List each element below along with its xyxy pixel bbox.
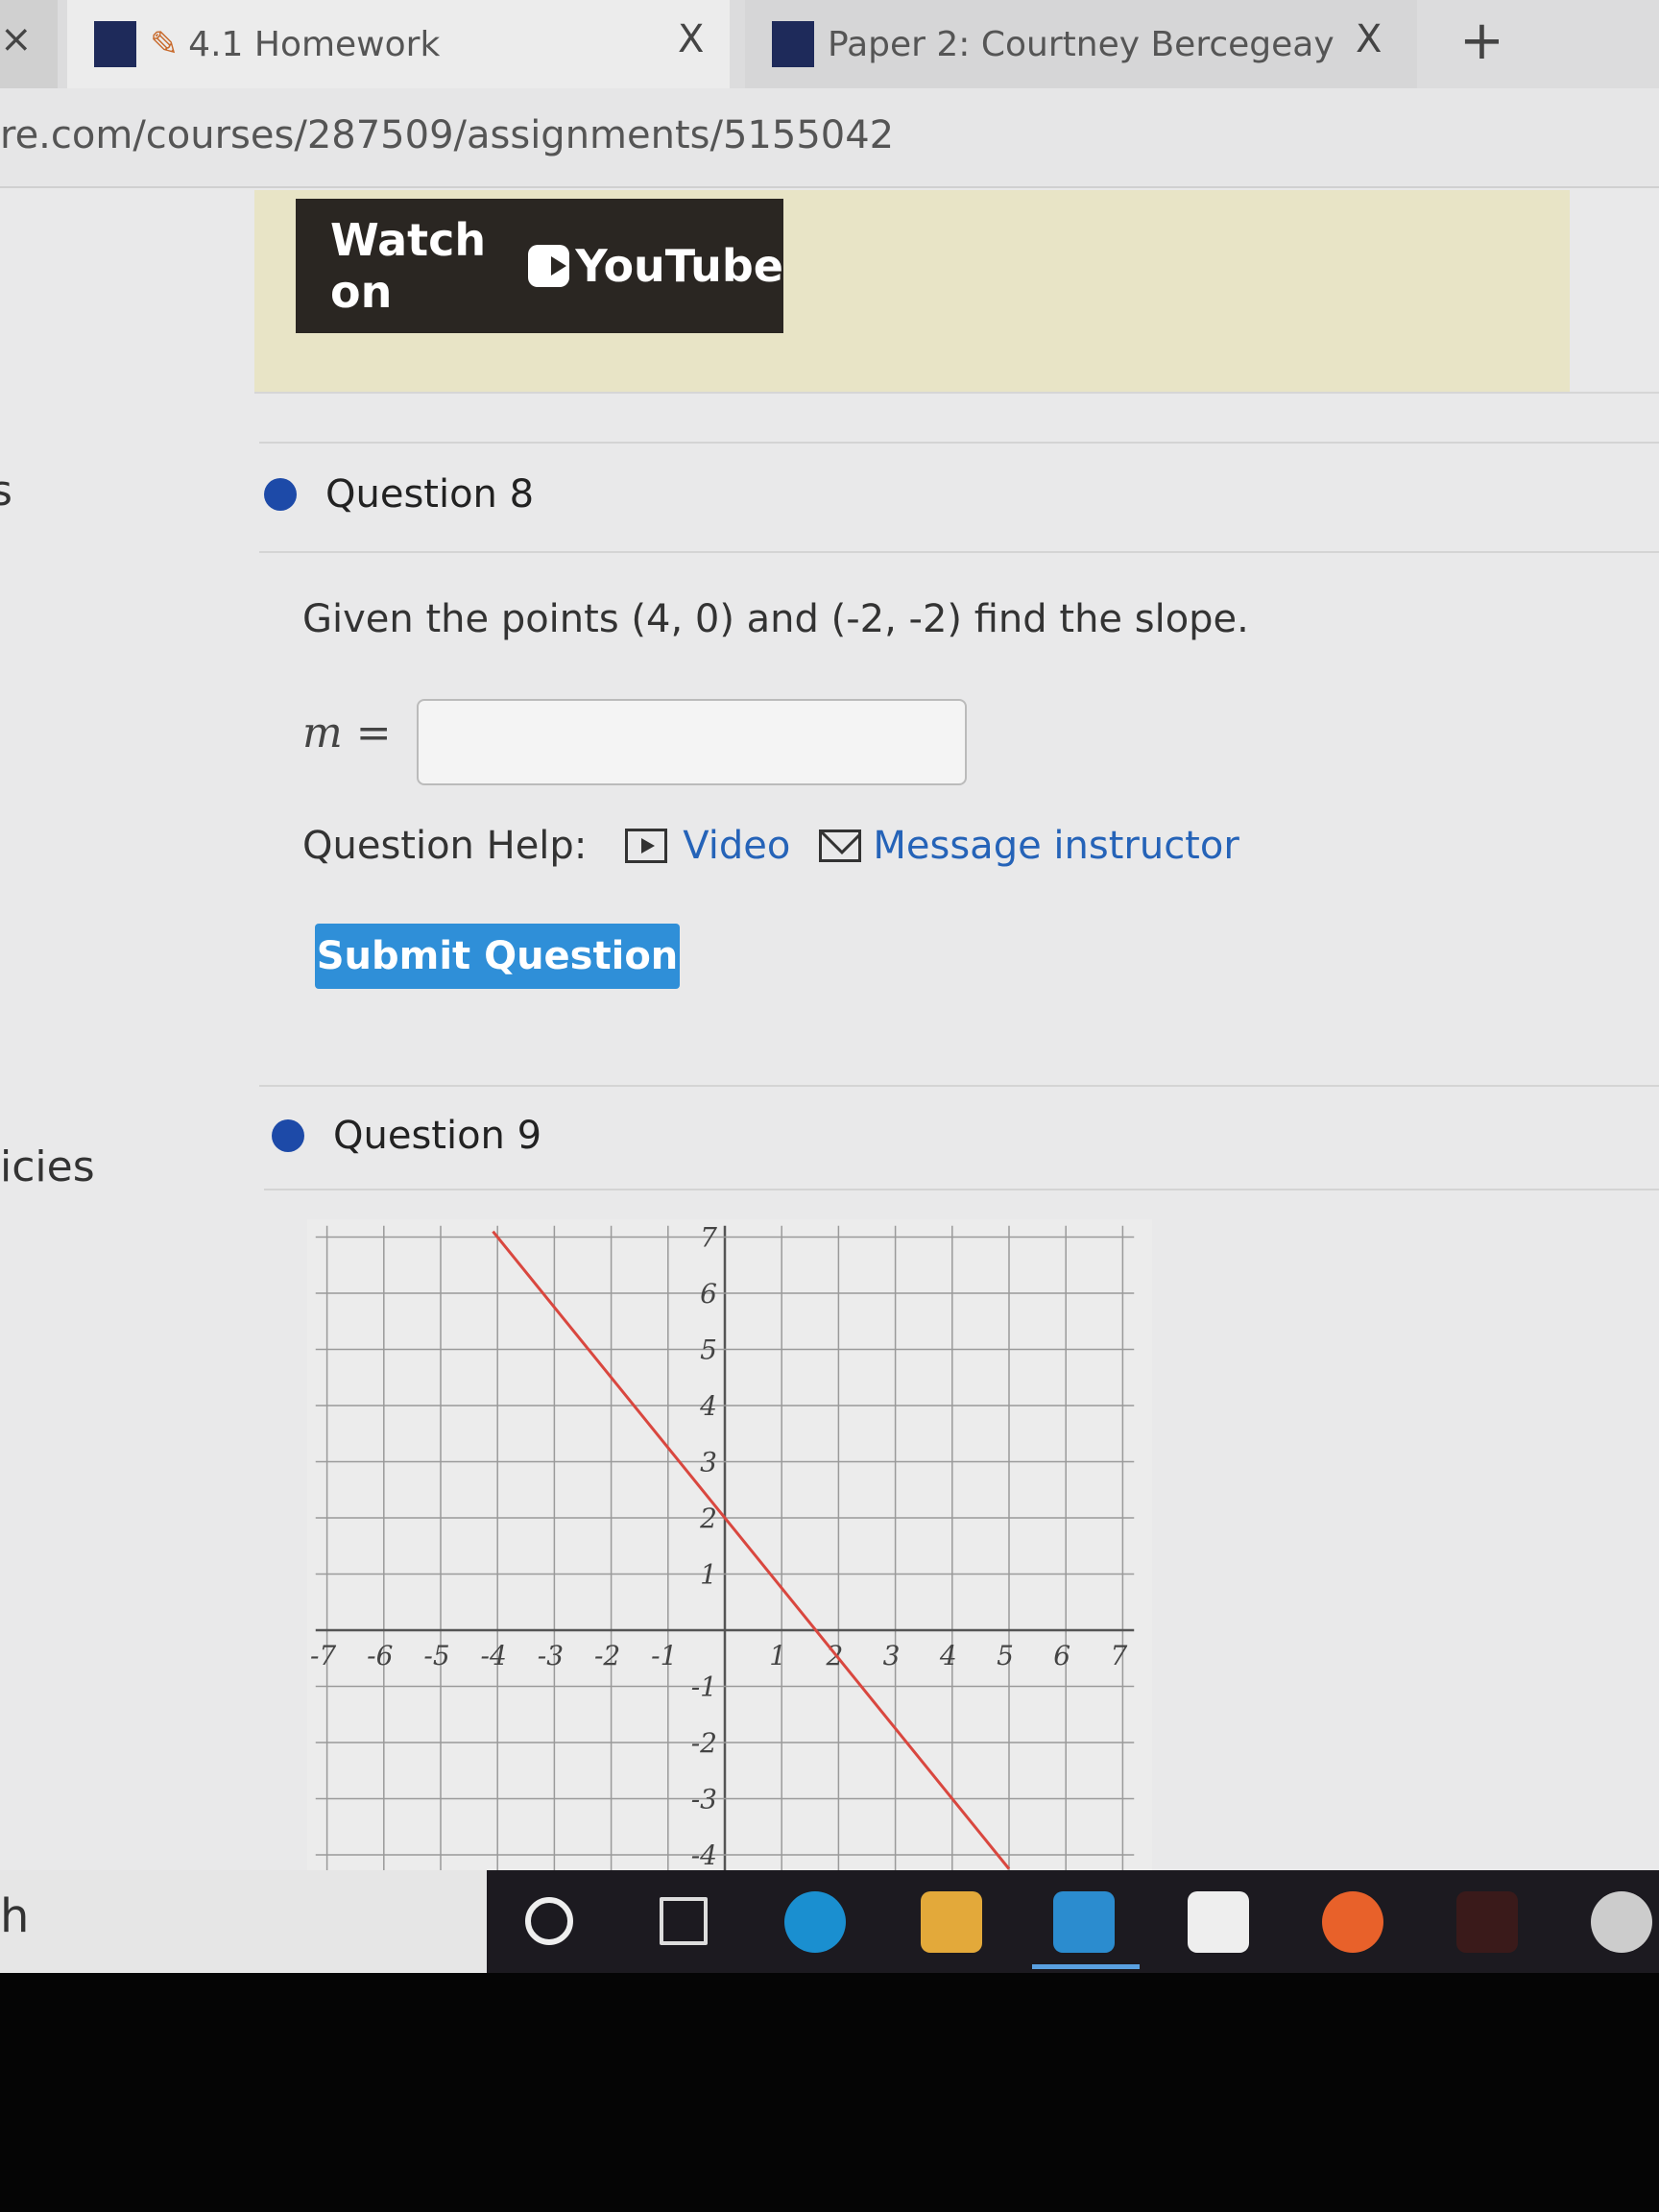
firefox-icon[interactable] [1322, 1891, 1383, 1953]
close-icon[interactable]: × [0, 17, 33, 61]
message-instructor-link[interactable]: Message instructor [819, 824, 1239, 868]
site-favicon-icon [94, 21, 136, 67]
question-prompt: Given the points (4, 0) and (-2, -2) fin… [302, 597, 1249, 641]
mail-icon [819, 830, 862, 862]
address-bar[interactable]: re.com/courses/287509/assignments/515504… [0, 88, 1659, 188]
x-tick-label: -7 [310, 1640, 336, 1671]
file-explorer-icon[interactable] [921, 1891, 982, 1953]
x-tick-label: -1 [651, 1640, 677, 1671]
slope-answer-input[interactable] [417, 699, 967, 785]
tab-label: Paper 2: Courtney Bercegeay [828, 24, 1334, 64]
x-tick-label: 4 [939, 1640, 957, 1671]
pencil-icon: ✎ [150, 24, 180, 64]
tab-bar: × ✎ 4.1 Homework X Paper 2: Courtney Ber… [0, 0, 1659, 88]
x-tick-label: 3 [883, 1640, 901, 1671]
cortana-icon[interactable] [525, 1897, 573, 1945]
tubi-icon[interactable] [1456, 1891, 1518, 1953]
question-title: Question 9 [333, 1114, 542, 1158]
browser-screen: × ✎ 4.1 Homework X Paper 2: Courtney Ber… [0, 0, 1659, 1973]
task-view-icon[interactable] [660, 1897, 708, 1945]
previous-tab[interactable]: × [0, 0, 58, 88]
taskbar [487, 1870, 1659, 1973]
coordinate-graph: -7-6-5-4-3-2-112345677654321-1-2-3-4 [307, 1219, 1152, 1872]
x-tick-label: 5 [997, 1640, 1014, 1671]
graph-background [307, 1219, 1152, 1872]
question-help: Question Help: Video Message instructor [302, 824, 1239, 868]
y-tick-label: 4 [699, 1390, 717, 1422]
card-divider [254, 392, 1659, 401]
tab-close-button[interactable]: X [1356, 17, 1382, 61]
video-link-label: Video [683, 824, 791, 868]
video-help-link[interactable]: Video [625, 824, 790, 868]
question-title: Question 8 [325, 472, 535, 517]
y-tick-label: -2 [691, 1727, 717, 1759]
active-app-indicator [1032, 1964, 1140, 1969]
message-link-label: Message instructor [873, 824, 1239, 868]
divider [259, 1085, 1659, 1087]
youtube-brand: YouTube [575, 240, 783, 292]
y-tick-label: 7 [700, 1222, 717, 1254]
sidebar-item[interactable]: icies [0, 1142, 95, 1191]
y-tick-label: 3 [700, 1447, 717, 1479]
tab-label: 4.1 Homework [188, 24, 441, 64]
new-tab-button[interactable]: + [1459, 10, 1504, 72]
question-9-header: Question 9 [272, 1114, 541, 1158]
divider [259, 442, 1659, 444]
sidebar-item: h [0, 1889, 30, 1943]
divider [259, 551, 1659, 553]
x-tick-label: -6 [367, 1640, 393, 1671]
site-favicon-icon [772, 21, 814, 67]
mail-app-icon[interactable] [1053, 1891, 1115, 1953]
question-status-dot [272, 1119, 304, 1152]
tab-close-button[interactable]: X [678, 17, 704, 61]
y-tick-label: -4 [691, 1839, 717, 1871]
watch-on-youtube-button[interactable]: Watch on YouTube [296, 199, 783, 333]
divider [264, 1189, 1659, 1190]
submit-question-button[interactable]: Submit Question [315, 924, 680, 989]
youtube-play-icon [527, 245, 570, 287]
y-tick-label: -1 [691, 1671, 717, 1703]
x-tick-label: -4 [481, 1640, 507, 1671]
question-8-header: Question 8 [264, 472, 534, 517]
answer-label: m = [302, 709, 392, 757]
x-tick-label: -2 [594, 1640, 620, 1671]
x-tick-label: 6 [1053, 1640, 1070, 1671]
sidebar-item[interactable]: s [0, 467, 12, 516]
taskbar-search-area[interactable]: h [0, 1870, 487, 1973]
edge-icon[interactable] [784, 1891, 846, 1953]
video-icon [625, 829, 668, 863]
tab-homework[interactable]: ✎ 4.1 Homework X [67, 0, 730, 88]
x-tick-label: -5 [423, 1640, 449, 1671]
y-tick-label: 5 [700, 1334, 717, 1366]
x-tick-label: 1 [769, 1640, 786, 1671]
store-icon[interactable] [1188, 1891, 1249, 1953]
x-tick-label: -3 [538, 1640, 564, 1671]
help-label: Question Help: [302, 824, 588, 868]
watch-label: Watch on [330, 214, 487, 318]
y-tick-label: 6 [700, 1278, 717, 1310]
x-tick-label: 7 [1110, 1640, 1127, 1671]
tab-paper[interactable]: Paper 2: Courtney Bercegeay X [745, 0, 1417, 88]
question-status-dot [264, 478, 297, 511]
snipping-tool-icon[interactable] [1591, 1891, 1652, 1953]
y-tick-label: 1 [700, 1559, 717, 1591]
y-tick-label: -3 [691, 1784, 717, 1815]
url-text: re.com/courses/287509/assignments/515504… [0, 113, 895, 157]
